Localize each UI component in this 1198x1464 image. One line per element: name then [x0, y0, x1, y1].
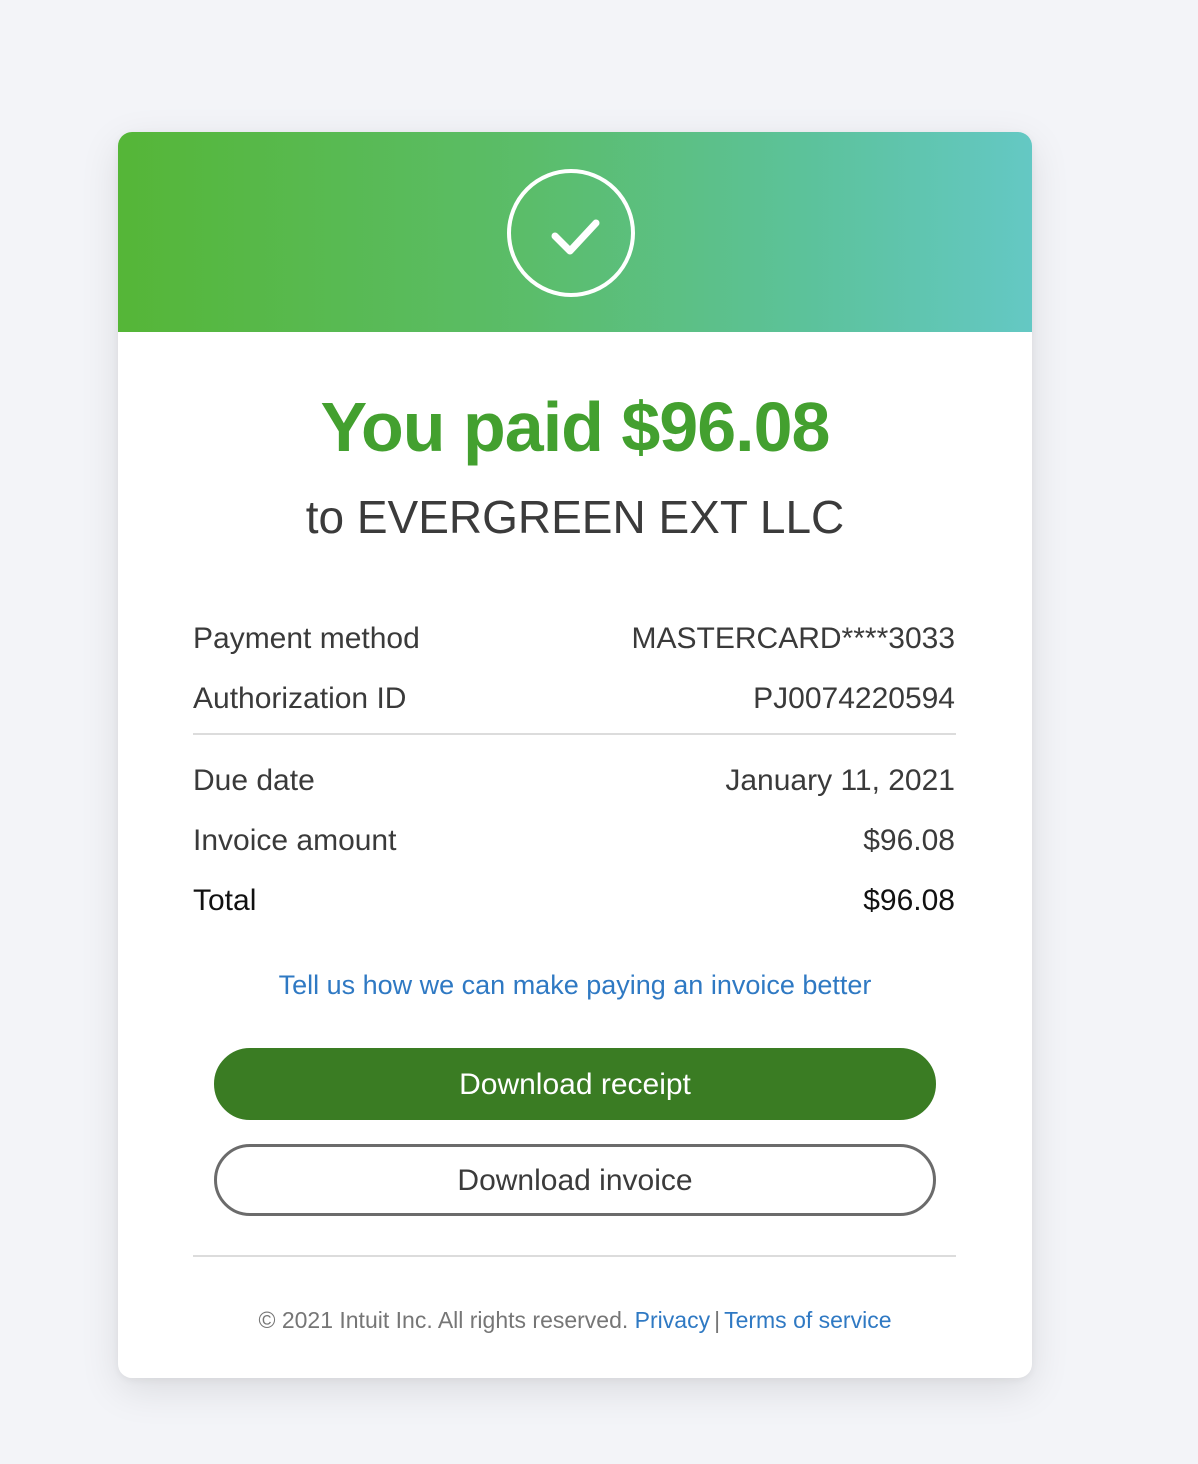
payment-method-label: Payment method [193, 622, 420, 655]
feedback-link[interactable]: Tell us how we can make paying an invoic… [118, 967, 1032, 1003]
checkmark-circle-icon [507, 169, 635, 297]
due-date-value: January 11, 2021 [725, 764, 955, 797]
due-date-label: Due date [193, 764, 315, 797]
footer-separator: | [714, 1307, 721, 1333]
details-divider [193, 733, 956, 735]
footer-divider [193, 1255, 956, 1257]
success-banner [118, 132, 1032, 332]
authorization-id-row: Authorization ID PJ0074220594 [193, 679, 955, 719]
payment-method-value: MASTERCARD****3033 [631, 622, 955, 655]
footer: © 2021 Intuit Inc. All rights reserved. … [118, 1304, 1032, 1336]
invoice-amount-row: Invoice amount $96.08 [193, 821, 955, 861]
download-receipt-button[interactable]: Download receipt [214, 1048, 936, 1120]
payment-confirmation-card: You paid $96.08 to EVERGREEN EXT LLC Pay… [118, 132, 1032, 1378]
total-value: $96.08 [863, 884, 955, 917]
privacy-link[interactable]: Privacy [635, 1307, 710, 1333]
invoice-amount-label: Invoice amount [193, 824, 397, 857]
terms-of-service-link[interactable]: Terms of service [724, 1307, 891, 1333]
total-label: Total [193, 884, 257, 917]
payment-method-row: Payment method MASTERCARD****3033 [193, 619, 955, 659]
payment-amount-heading: You paid $96.08 [320, 388, 831, 466]
download-invoice-button[interactable]: Download invoice [214, 1144, 936, 1216]
total-row: Total $96.08 [193, 881, 955, 921]
authorization-id-label: Authorization ID [193, 682, 407, 715]
due-date-row: Due date January 11, 2021 [193, 761, 955, 801]
copyright-text: © 2021 Intuit Inc. All rights reserved. [258, 1307, 629, 1333]
invoice-amount-value: $96.08 [863, 824, 955, 857]
payee-name: to EVERGREEN EXT LLC [305, 491, 845, 543]
authorization-id-value: PJ0074220594 [753, 682, 955, 715]
